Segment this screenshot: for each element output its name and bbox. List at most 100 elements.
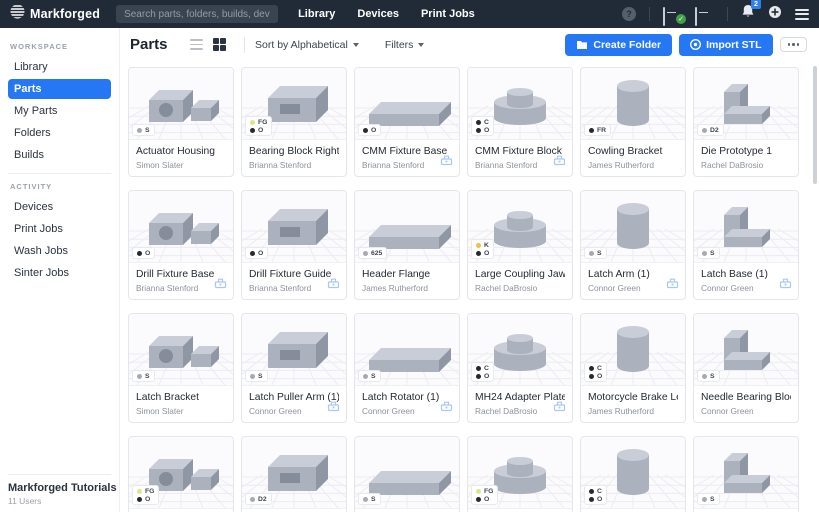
part-card[interactable]: S Needle Bearing Block Connor Green — [693, 313, 799, 423]
material-badges: 625 — [358, 247, 387, 259]
sidebar-item-folders[interactable]: Folders — [8, 123, 111, 143]
list-view-icon[interactable] — [190, 39, 203, 49]
sidebar-item-devices[interactable]: Devices — [8, 197, 111, 217]
part-card[interactable]: S Latch Rotator (1) Connor Green — [354, 313, 460, 423]
sidebar-item-my-parts[interactable]: My Parts — [8, 101, 111, 121]
part-card[interactable]: S Sensor Mount Rachel DaBrosio — [354, 436, 460, 512]
sidebar-item-print-jobs[interactable]: Print Jobs — [8, 219, 111, 239]
part-card[interactable]: S Latch Puller Arm (1) Connor Green — [241, 313, 347, 423]
search-input[interactable] — [124, 9, 270, 20]
device-icon[interactable] — [695, 8, 714, 21]
sort-dropdown[interactable]: Sort by Alphabetical — [255, 39, 359, 51]
part-card[interactable]: 625 Header Flange James Rutherford — [354, 190, 460, 300]
part-card[interactable]: S Latch Bracket Simon Slater — [128, 313, 234, 423]
material-label: C — [484, 365, 489, 372]
material-label: O — [258, 250, 263, 257]
part-author: Brianna Stenford — [249, 283, 339, 293]
part-card[interactable]: FR Cowling Bracket James Rutherford — [580, 67, 686, 177]
material-badges: S — [132, 370, 155, 382]
scrollbar-thumb[interactable] — [813, 66, 817, 184]
material-label: S — [145, 127, 150, 134]
help-icon[interactable]: ? — [622, 7, 636, 21]
part-card-info: CMM Fixture Block Brianna Stenford — [468, 140, 572, 176]
part-name: Latch Puller Arm (1) — [249, 392, 339, 403]
material-label: D2 — [258, 496, 267, 503]
scrollbar[interactable] — [813, 66, 817, 508]
printed-indicator-icon[interactable] — [779, 276, 792, 294]
apps-target-icon[interactable] — [768, 5, 782, 24]
import-stl-button[interactable]: Import STL — [679, 34, 772, 56]
material-badge: S — [137, 373, 150, 380]
part-thumbnail: FGO — [129, 437, 233, 509]
material-badge: D2 — [702, 127, 719, 134]
create-folder-button[interactable]: Create Folder — [565, 34, 672, 56]
material-label: O — [597, 373, 602, 380]
material-label: O — [484, 127, 489, 134]
printed-indicator-icon[interactable] — [440, 399, 453, 417]
brand[interactable]: Markforged — [10, 4, 100, 24]
sidebar-item-sinter-jobs[interactable]: Sinter Jobs — [8, 263, 111, 283]
part-thumbnail: CO — [581, 437, 685, 509]
material-badge: O — [589, 373, 602, 380]
material-dot-icon — [476, 497, 481, 502]
part-card[interactable]: S Latch Base (1) Connor Green — [693, 190, 799, 300]
part-card-info: Bearing Block Right Jaw Brianna Stenford — [242, 140, 346, 176]
search-box[interactable] — [116, 5, 278, 23]
part-card[interactable]: O CMM Fixture Base Brianna Stenford — [354, 67, 460, 177]
material-badge: C — [589, 365, 602, 372]
printed-indicator-icon[interactable] — [666, 276, 679, 294]
part-card[interactable]: S Sheet Metal Gripper Tip Rachel DaBrosi… — [693, 436, 799, 512]
part-card[interactable]: S Actuator Housing Simon Slater — [128, 67, 234, 177]
part-thumbnail: FR — [581, 68, 685, 140]
material-badges: CO — [584, 485, 607, 505]
material-badge: C — [476, 365, 489, 372]
topnav-print-jobs[interactable]: Print Jobs — [421, 8, 475, 20]
part-card[interactable]: O Drill Fixture Guide Brianna Stenford — [241, 190, 347, 300]
part-author: Brianna Stenford — [136, 283, 226, 293]
part-card[interactable]: CO Motorcycle Brake Lever James Rutherfo… — [580, 313, 686, 423]
part-name: Drill Fixture Guide — [249, 269, 339, 280]
workspace-name[interactable]: Markforged Tutorials — [8, 482, 111, 494]
part-card[interactable]: D2 Punch Prototype 1 Rachel DaBrosio — [241, 436, 347, 512]
menu-icon[interactable] — [795, 9, 809, 20]
part-card[interactable]: CO CMM Fixture Block Brianna Stenford — [467, 67, 573, 177]
topnav-library[interactable]: Library — [298, 8, 335, 20]
part-card[interactable]: KO Large Coupling Jaw Rachel DaBrosio — [467, 190, 573, 300]
sidebar-item-builds[interactable]: Builds — [8, 145, 111, 165]
part-card[interactable]: CO MH24 Adapter Plate Rachel DaBrosio — [467, 313, 573, 423]
notifications-bell-icon[interactable]: 2 — [741, 4, 755, 24]
grid-view-icon[interactable] — [213, 38, 227, 52]
filters-dropdown[interactable]: Filters — [385, 39, 425, 51]
part-card[interactable]: D2 Die Prototype 1 Rachel DaBrosio — [693, 67, 799, 177]
sidebar-item-parts[interactable]: Parts — [8, 79, 111, 99]
material-badge: O — [476, 127, 489, 134]
printed-indicator-icon[interactable] — [553, 153, 566, 171]
part-card[interactable]: FGO Shaft Cam Lock James Rutherford — [467, 436, 573, 512]
printed-indicator-icon[interactable] — [440, 153, 453, 171]
part-card-info: Latch Base (1) Connor Green — [694, 263, 798, 299]
part-card[interactable]: S Latch Arm (1) Connor Green — [580, 190, 686, 300]
part-card-info: Latch Rotator (1) Connor Green — [355, 386, 459, 422]
material-label: C — [484, 119, 489, 126]
printed-indicator-icon[interactable] — [327, 399, 340, 417]
material-badge: S — [702, 373, 715, 380]
printed-indicator-icon[interactable] — [327, 276, 340, 294]
part-author: Simon Slater — [136, 160, 226, 170]
material-dot-icon — [476, 128, 481, 133]
part-card[interactable]: FGO Bearing Block Right Jaw Brianna Sten… — [241, 67, 347, 177]
part-card[interactable]: O Drill Fixture Base Brianna Stenford — [128, 190, 234, 300]
material-label: O — [371, 127, 376, 134]
part-card[interactable]: CO Sheet Metal Gripper Base Rachel DaBro… — [580, 436, 686, 512]
sidebar-item-library[interactable]: Library — [8, 57, 111, 77]
part-card[interactable]: FGO Needle Bearing Block Left ... Briann… — [128, 436, 234, 512]
printed-indicator-icon[interactable] — [553, 399, 566, 417]
topnav-devices[interactable]: Devices — [357, 8, 399, 20]
material-label: S — [710, 373, 715, 380]
more-options-button[interactable] — [780, 37, 808, 52]
printer-status-icon[interactable]: ✓ — [663, 8, 682, 21]
sidebar-item-wash-jobs[interactable]: Wash Jobs — [8, 241, 111, 261]
material-dot-icon — [702, 374, 707, 379]
printed-indicator-icon[interactable] — [214, 276, 227, 294]
notification-badge: 2 — [751, 0, 761, 9]
part-thumbnail: O — [355, 68, 459, 140]
